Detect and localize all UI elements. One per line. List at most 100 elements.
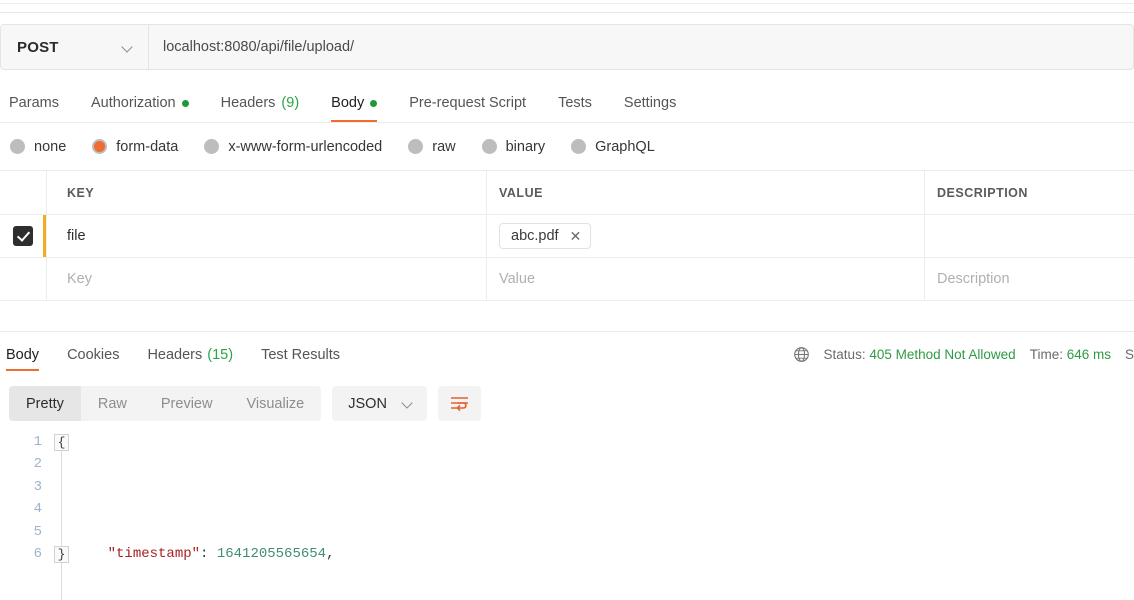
- chevron-down-icon: [403, 398, 414, 409]
- row-checkbox[interactable]: [13, 226, 33, 246]
- fold-open-brace[interactable]: {: [54, 434, 69, 451]
- json-key: "timestamp": [108, 546, 200, 562]
- body-type-x-www-form-urlencoded[interactable]: x-www-form-urlencoded: [204, 139, 382, 155]
- code-lines: "timestamp": 1641205565654, "status": 40…: [74, 431, 1134, 600]
- placeholder-value-text: Value: [499, 271, 535, 287]
- row-description-cell[interactable]: [925, 215, 1134, 257]
- status-label: Status:: [824, 347, 866, 362]
- time-label: Time:: [1030, 347, 1063, 362]
- radio-selected-icon: [92, 139, 107, 154]
- header-key-cell: KEY: [47, 171, 487, 214]
- globe-icon[interactable]: [793, 346, 810, 363]
- placeholder-value-cell[interactable]: Value: [487, 258, 925, 300]
- response-tab-cookies[interactable]: Cookies: [53, 332, 133, 377]
- column-header-key: KEY: [67, 186, 94, 200]
- json-value-number: 1641205565654: [217, 546, 326, 562]
- placeholder-key-cell[interactable]: Key: [47, 258, 487, 300]
- response-viewer-toolbar: Pretty Raw Preview Visualize JSON: [0, 377, 1134, 421]
- form-data-table: KEY VALUE DESCRIPTION file abc.pdf ✕: [0, 170, 1134, 301]
- response-tab-cookies-label: Cookies: [67, 347, 119, 363]
- body-type-raw-label: raw: [432, 139, 455, 155]
- viewer-mode-pretty[interactable]: Pretty: [9, 386, 81, 421]
- body-type-binary[interactable]: binary: [482, 139, 546, 155]
- tab-params-label: Params: [9, 95, 59, 111]
- radio-icon: [408, 139, 423, 154]
- response-tabs: Body Cookies Headers (15) Test Results: [0, 332, 354, 377]
- tab-settings-label: Settings: [624, 95, 676, 111]
- json-separator: :: [200, 546, 217, 562]
- tab-authorization[interactable]: Authorization: [75, 84, 205, 122]
- line-number: 1: [0, 431, 42, 453]
- http-method-selector[interactable]: POST: [1, 25, 149, 69]
- response-tab-headers-label: Headers: [147, 347, 202, 363]
- placeholder-description-cell[interactable]: Description: [925, 258, 1134, 300]
- header-check-cell: [0, 171, 47, 214]
- body-type-none[interactable]: none: [10, 139, 66, 155]
- response-tab-test-results-label: Test Results: [261, 347, 340, 363]
- response-tab-headers-count: (15): [207, 347, 233, 363]
- response-format-selector[interactable]: JSON: [332, 386, 427, 421]
- line-number: 5: [0, 521, 42, 543]
- close-icon[interactable]: ✕: [570, 229, 582, 243]
- radio-icon: [482, 139, 497, 154]
- radio-icon: [204, 139, 219, 154]
- request-tabs: Params Authorization Headers (9) Body Pr…: [0, 84, 1134, 122]
- row-key-text: file: [67, 228, 86, 244]
- viewer-mode-raw-label: Raw: [98, 396, 127, 412]
- response-header: Body Cookies Headers (15) Test Results S…: [0, 332, 1134, 377]
- body-type-graphql-label: GraphQL: [595, 139, 655, 155]
- chevron-down-icon: [123, 42, 134, 53]
- tab-pre-request-script[interactable]: Pre-request Script: [393, 84, 542, 122]
- placeholder-checkbox-cell[interactable]: [0, 258, 47, 300]
- response-tab-headers[interactable]: Headers (15): [133, 332, 247, 377]
- table-placeholder-row: Key Value Description: [0, 258, 1134, 301]
- line-number: 4: [0, 498, 42, 520]
- tab-body[interactable]: Body: [315, 84, 393, 122]
- time-badge: Time: 646 ms: [1030, 347, 1111, 362]
- header-description-cell: DESCRIPTION: [925, 171, 1134, 214]
- tab-tests[interactable]: Tests: [542, 84, 608, 122]
- response-tab-body[interactable]: Body: [0, 332, 53, 377]
- row-value-cell[interactable]: abc.pdf ✕: [487, 215, 925, 257]
- tab-authorization-label: Authorization: [91, 95, 176, 111]
- top-divider-1: [0, 3, 1134, 4]
- body-type-raw[interactable]: raw: [408, 139, 455, 155]
- code-fold-column: { }: [52, 431, 74, 600]
- fold-close-brace[interactable]: }: [54, 546, 69, 563]
- body-type-radio-group: none form-data x-www-form-urlencoded raw…: [0, 123, 1134, 170]
- viewer-mode-preview-label: Preview: [161, 396, 213, 412]
- word-wrap-button[interactable]: [438, 386, 481, 421]
- body-type-none-label: none: [34, 139, 66, 155]
- table-bottom-spacer: [0, 301, 1134, 331]
- line-number: 3: [0, 476, 42, 498]
- row-key-cell[interactable]: file: [47, 215, 487, 257]
- word-wrap-icon: [449, 395, 470, 412]
- viewer-mode-visualize[interactable]: Visualize: [229, 386, 321, 421]
- line-number-gutter: 1 2 3 4 5 6: [0, 431, 52, 600]
- body-type-form-data[interactable]: form-data: [92, 139, 178, 155]
- code-line-2: "timestamp": 1641205565654,: [74, 543, 1134, 565]
- line-number: 2: [0, 453, 42, 475]
- placeholder-description-text: Description: [937, 271, 1010, 287]
- file-chip-label: abc.pdf: [511, 228, 559, 244]
- body-type-form-data-label: form-data: [116, 139, 178, 155]
- placeholder-key-text: Key: [67, 271, 92, 287]
- line-number: 6: [0, 543, 42, 565]
- response-format-label: JSON: [348, 396, 387, 412]
- response-body-code[interactable]: 1 2 3 4 5 6 { } "timestamp": 16412055656…: [0, 431, 1134, 600]
- body-type-graphql[interactable]: GraphQL: [571, 139, 655, 155]
- file-chip[interactable]: abc.pdf ✕: [499, 223, 591, 249]
- viewer-mode-raw[interactable]: Raw: [81, 386, 144, 421]
- body-type-x-www-form-urlencoded-label: x-www-form-urlencoded: [228, 139, 382, 155]
- viewer-mode-preview[interactable]: Preview: [144, 386, 230, 421]
- response-tab-test-results[interactable]: Test Results: [247, 332, 354, 377]
- viewer-mode-visualize-label: Visualize: [246, 396, 304, 412]
- tab-headers[interactable]: Headers (9): [205, 84, 316, 122]
- response-tab-body-label: Body: [6, 347, 39, 363]
- tab-settings[interactable]: Settings: [608, 84, 692, 122]
- column-header-value: VALUE: [499, 186, 543, 200]
- radio-icon: [10, 139, 25, 154]
- tab-params[interactable]: Params: [0, 84, 75, 122]
- size-badge-cutoff: S: [1125, 347, 1134, 362]
- url-input[interactable]: localhost:8080/api/file/upload/: [149, 25, 1133, 69]
